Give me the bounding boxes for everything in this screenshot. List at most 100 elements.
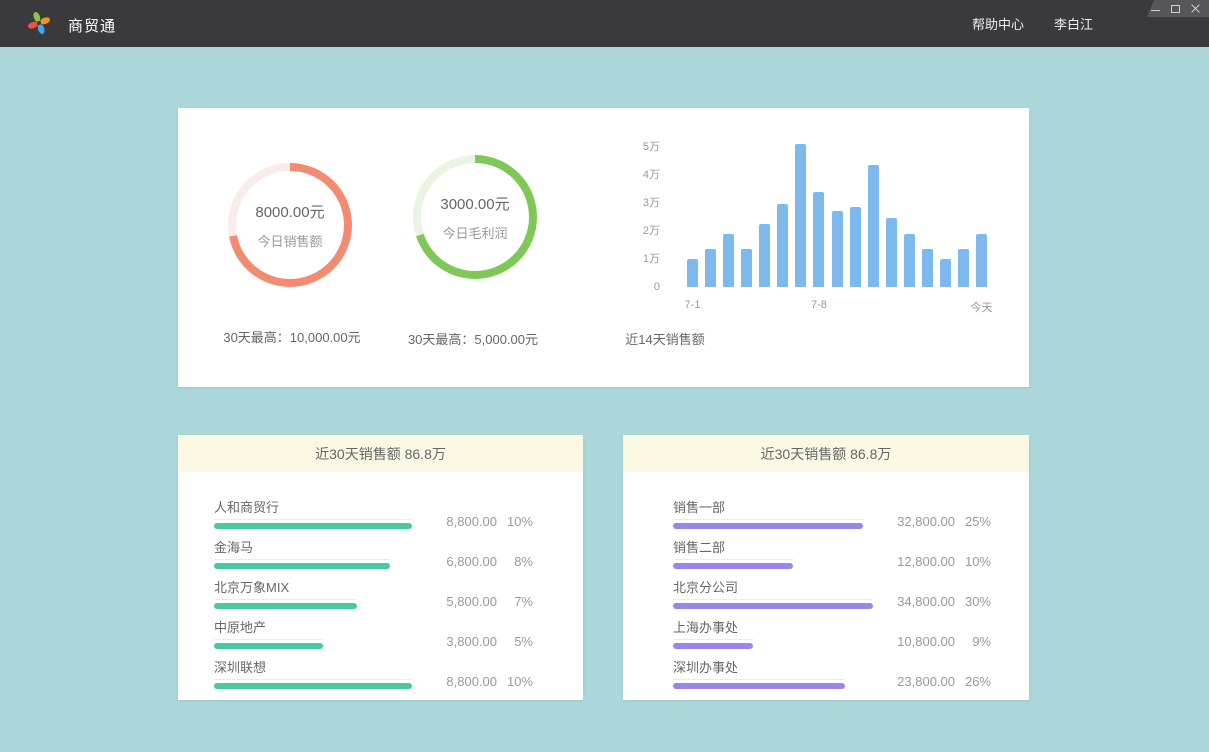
ranking-row-amount: 12,800.00 xyxy=(873,555,955,569)
sales-bar xyxy=(886,218,897,287)
ranking-row-bar xyxy=(214,683,412,689)
today-profit-gauge: 3000.00元 今日毛利润 xyxy=(413,155,537,279)
ranking-row-percent: 7% xyxy=(497,595,533,609)
ranking-row-percent: 25% xyxy=(955,515,991,529)
ranking-row-name: 上海办事处 xyxy=(673,620,873,636)
ranking-row-bar xyxy=(673,563,793,569)
minimize-icon[interactable] xyxy=(1151,10,1160,11)
overview-card: 8000.00元 今日销售额 30天最高：10,000.00元 3000.00元… xyxy=(178,108,1029,387)
ranking-row: 人和商贸行8,800.0010% xyxy=(178,489,583,529)
y-tick-label: 4万 xyxy=(643,168,660,182)
sales-bar xyxy=(868,165,879,287)
app-title: 商贸通 xyxy=(68,15,116,36)
sales-bar xyxy=(777,204,788,287)
ranking-row-bar xyxy=(673,603,873,609)
ranking-row: 金海马6,800.008% xyxy=(178,529,583,569)
today-sales-label: 今日销售额 xyxy=(257,231,322,250)
ranking-row-percent: 30% xyxy=(955,595,991,609)
sales-bar xyxy=(832,211,843,287)
ranking-row-bar xyxy=(214,523,412,529)
window-controls xyxy=(1147,0,1209,17)
ranking-row-amount: 8,800.00 xyxy=(412,515,497,529)
y-tick-label: 3万 xyxy=(643,196,660,210)
ranking-row-bar xyxy=(673,683,845,689)
title-bar: 商贸通 帮助中心 李白江 xyxy=(0,0,1209,47)
ranking-row-hairline xyxy=(673,599,873,600)
ranking-row-percent: 9% xyxy=(955,635,991,649)
ranking-row-name: 销售一部 xyxy=(673,500,873,516)
ranking-list: 销售一部32,800.0025%销售二部12,800.0010%北京分公司34,… xyxy=(623,472,1029,689)
help-center-link[interactable]: 帮助中心 xyxy=(972,14,1024,33)
ranking-row-bar xyxy=(214,563,390,569)
ranking-row-percent: 10% xyxy=(497,515,533,529)
ranking-row-percent: 10% xyxy=(497,675,533,689)
ranking-row-name: 销售二部 xyxy=(673,540,873,556)
department-ranking-panel: 近30天销售额 86.8万 销售一部32,800.0025%销售二部12,800… xyxy=(623,435,1029,700)
sales-bar xyxy=(795,144,806,287)
x-tick-label: 今天 xyxy=(971,299,993,315)
ranking-row-name: 深圳联想 xyxy=(214,660,412,676)
ranking-row-hairline xyxy=(673,639,753,640)
sales-bar xyxy=(904,234,915,287)
ranking-row-amount: 34,800.00 xyxy=(873,595,955,609)
ranking-row-name: 深圳办事处 xyxy=(673,660,873,676)
ranking-row-hairline xyxy=(214,639,323,640)
y-tick-label: 5万 xyxy=(643,140,660,154)
department-panel-title: 近30天销售额 86.8万 xyxy=(623,435,1029,472)
ranking-row: 销售一部32,800.0025% xyxy=(623,489,1029,529)
daily-sales-chart-title: 近14天销售额 xyxy=(565,329,765,348)
today-sales-gauge: 8000.00元 今日销售额 xyxy=(228,163,352,287)
x-tick-label: 7-1 xyxy=(685,299,701,311)
ranking-row-percent: 10% xyxy=(955,555,991,569)
sales-bar xyxy=(759,224,770,287)
ranking-row-name: 北京分公司 xyxy=(673,580,873,596)
sales-bar xyxy=(922,249,933,287)
ranking-row-name: 中原地产 xyxy=(214,620,412,636)
ranking-row-amount: 3,800.00 xyxy=(412,635,497,649)
ranking-row-hairline xyxy=(214,599,357,600)
ranking-row-name: 北京万象MIX xyxy=(214,580,412,596)
today-profit-value: 3000.00元 xyxy=(440,193,509,214)
ranking-row-bar xyxy=(214,603,357,609)
ranking-row-amount: 10,800.00 xyxy=(873,635,955,649)
y-axis: 01万2万3万4万5万 xyxy=(608,141,660,287)
today-profit-label: 今日毛利润 xyxy=(442,223,507,242)
ranking-row: 上海办事处10,800.009% xyxy=(623,609,1029,649)
ranking-row-bar xyxy=(673,523,863,529)
x-axis: 7-17-8今天 xyxy=(687,299,987,313)
sales-bar xyxy=(741,249,752,287)
ranking-row-hairline xyxy=(673,519,863,520)
ranking-row-hairline xyxy=(214,519,412,520)
sales-bar xyxy=(976,234,987,287)
sales-bar xyxy=(687,259,698,287)
y-tick-label: 2万 xyxy=(643,224,660,238)
ranking-row-percent: 8% xyxy=(497,555,533,569)
ranking-row: 深圳办事处23,800.0026% xyxy=(623,649,1029,689)
ranking-row: 销售二部12,800.0010% xyxy=(623,529,1029,569)
ranking-row: 北京万象MIX5,800.007% xyxy=(178,569,583,609)
sales-bar xyxy=(813,192,824,287)
profit-30day-max: 30天最高：5,000.00元 xyxy=(373,329,573,348)
close-icon[interactable] xyxy=(1191,4,1200,13)
ranking-row-name: 人和商贸行 xyxy=(214,500,412,516)
ranking-row-percent: 26% xyxy=(955,675,991,689)
user-name-link[interactable]: 李白江 xyxy=(1054,14,1093,33)
ranking-row-name: 金海马 xyxy=(214,540,412,556)
ranking-row-amount: 23,800.00 xyxy=(873,675,955,689)
maximize-icon[interactable] xyxy=(1171,5,1180,13)
ranking-row: 深圳联想8,800.0010% xyxy=(178,649,583,689)
ranking-row-hairline xyxy=(673,559,793,560)
ranking-row-hairline xyxy=(214,679,412,680)
sales-bar xyxy=(850,207,861,287)
ranking-list: 人和商贸行8,800.0010%金海马6,800.008%北京万象MIX5,80… xyxy=(178,472,583,689)
sales-bar xyxy=(723,234,734,287)
y-tick-label: 1万 xyxy=(643,252,660,266)
ranking-row-amount: 8,800.00 xyxy=(412,675,497,689)
customer-ranking-panel: 近30天销售额 86.8万 人和商贸行8,800.0010%金海马6,800.0… xyxy=(178,435,583,700)
ranking-row: 北京分公司34,800.0030% xyxy=(623,569,1029,609)
sales-bar xyxy=(958,249,969,287)
x-tick-label: 7-8 xyxy=(811,299,827,311)
ranking-row-hairline xyxy=(214,559,390,560)
ranking-row-bar xyxy=(673,643,753,649)
daily-sales-plot xyxy=(687,141,987,287)
